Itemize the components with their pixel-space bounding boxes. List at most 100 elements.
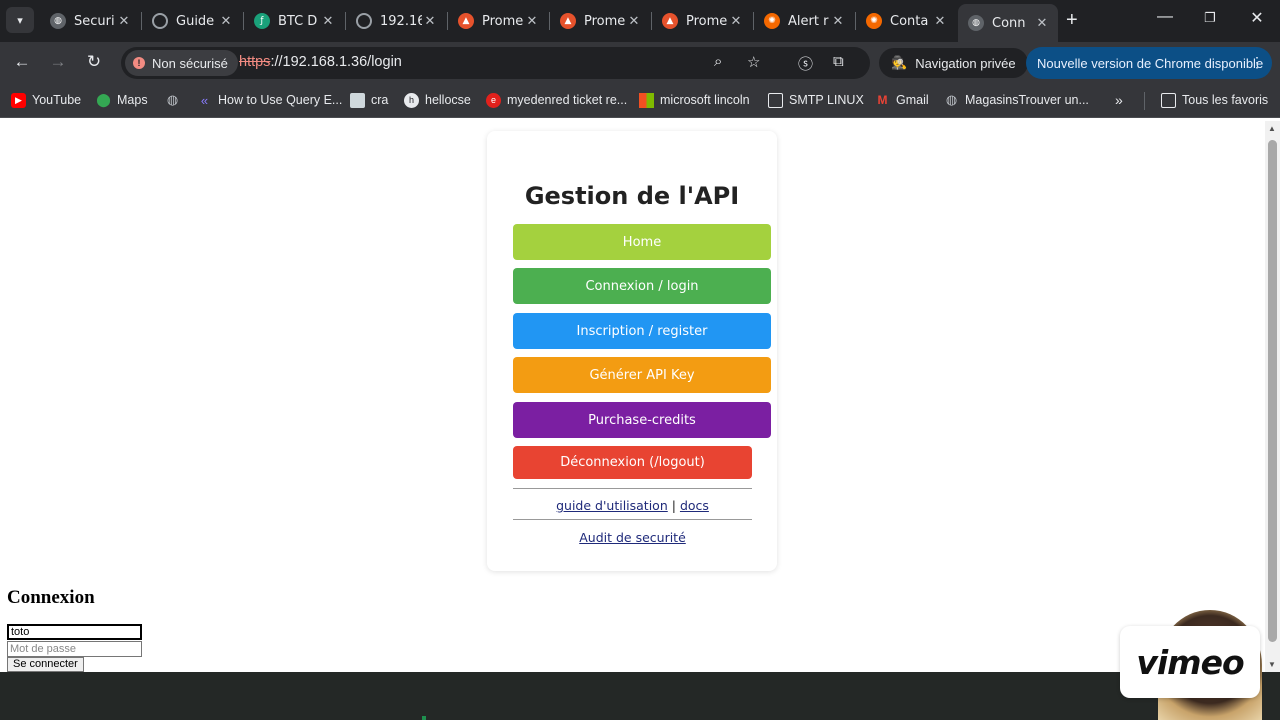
close-icon[interactable]: ✕: [626, 14, 642, 29]
home-button[interactable]: Home: [513, 224, 771, 260]
tab-8[interactable]: ✺ Conta ✕: [856, 6, 956, 36]
close-icon[interactable]: ✕: [116, 14, 132, 29]
bookmark-smtp[interactable]: SMTP LINUX: [768, 91, 864, 109]
login-button[interactable]: Connexion / login: [513, 268, 771, 304]
guide-link[interactable]: guide d'utilisation: [556, 498, 668, 513]
bookmark-magasins[interactable]: ◍ MagasinsTrouver un...: [944, 91, 1089, 109]
bookmark-label: Maps: [117, 93, 148, 107]
folder-icon: [1161, 92, 1176, 108]
close-icon[interactable]: ✕: [320, 14, 336, 29]
bookmark-globe[interactable]: ◍: [165, 91, 186, 109]
restore-icon[interactable]: ❐: [1195, 10, 1225, 26]
tab-0[interactable]: ◍ Securi ✕: [40, 6, 140, 36]
zoom-icon[interactable]: ⌕: [714, 53, 722, 70]
grafana-icon: ✺: [866, 13, 882, 29]
close-icon[interactable]: ✕: [524, 14, 540, 29]
globe-icon: ◍: [50, 13, 66, 29]
globe-icon: ◍: [945, 92, 958, 107]
address-bar[interactable]: ! Non sécurisé https://192.168.1.36/logi…: [121, 47, 870, 79]
bookmark-hellocse[interactable]: h hellocse: [404, 91, 471, 109]
purchase-credits-button[interactable]: Purchase-credits: [513, 402, 771, 438]
url-scheme: https: [239, 54, 271, 70]
hellocse-icon: h: [404, 92, 419, 108]
tab-active[interactable]: ◍ Conn ✕: [958, 4, 1058, 42]
bookmark-youtube[interactable]: ▶ YouTube: [11, 91, 81, 109]
logout-button[interactable]: Déconnexion (/logout): [513, 446, 752, 479]
page-viewport: Gestion de l'API Home Connexion / login …: [0, 121, 1265, 672]
tab-label: Prome: [584, 13, 626, 29]
close-icon[interactable]: ✕: [422, 14, 438, 29]
tab-strip: ▾ ◍ Securi ✕ Guide ✕ ƒ BTC D ✕ 192.16 ✕ …: [0, 0, 1280, 42]
doc-links: guide d'utilisation | docs: [513, 498, 752, 513]
page-title: Gestion de l'API: [524, 182, 740, 210]
update-button[interactable]: Nouvelle version de Chrome disponible ⋮: [1026, 47, 1272, 79]
tab-7[interactable]: ✺ Alert r ✕: [754, 6, 854, 36]
bookmark-cra[interactable]: cra: [350, 91, 388, 109]
feather-icon: ƒ: [254, 13, 270, 29]
tab-4[interactable]: ▲ Prome ✕: [448, 6, 548, 36]
tab-label: Prome: [482, 13, 524, 29]
bookmark-label: YouTube: [32, 93, 82, 107]
prometheus-icon: ▲: [560, 13, 576, 29]
register-button[interactable]: Inscription / register: [513, 313, 771, 349]
taskbar: [0, 672, 1280, 720]
security-chip[interactable]: ! Non sécurisé: [125, 50, 238, 76]
close-icon[interactable]: ✕: [1034, 16, 1050, 31]
username-input[interactable]: toto: [7, 624, 142, 640]
audit-link[interactable]: Audit de securité: [579, 530, 686, 545]
bookmark-query[interactable]: « How to Use Query E...: [197, 91, 342, 109]
generate-api-key-button[interactable]: Générer API Key: [513, 357, 771, 393]
url-text[interactable]: https://192.168.1.36/login: [239, 54, 402, 70]
new-tab-icon[interactable]: +: [1066, 9, 1078, 32]
puzzle-icon[interactable]: ⧉: [833, 53, 844, 70]
close-icon[interactable]: ✕: [218, 14, 234, 29]
vimeo-logo: vimeo: [1120, 626, 1260, 698]
close-icon[interactable]: ✕: [830, 14, 846, 29]
submit-button[interactable]: Se connecter: [7, 657, 84, 672]
close-icon[interactable]: ✕: [932, 14, 948, 29]
bookmark-microsoft[interactable]: microsoft lincoln: [639, 91, 750, 109]
scroll-up-icon[interactable]: ▲: [1268, 124, 1276, 133]
bookmark-edenred[interactable]: e myedenred ticket re...: [486, 91, 627, 109]
edenred-icon: e: [486, 92, 501, 108]
back-icon[interactable]: ←: [10, 52, 34, 72]
reload-icon[interactable]: ↻: [82, 52, 106, 72]
tab-label: Securi: [74, 13, 115, 29]
bookmark-all[interactable]: Tous les favoris: [1161, 91, 1268, 109]
extension-icon[interactable]: ⓢ: [798, 53, 813, 74]
bookmark-label: cra: [371, 93, 389, 107]
more-icon[interactable]: ⋮: [1250, 54, 1264, 71]
bookmark-label: SMTP LINUX: [789, 93, 864, 107]
incognito-chip[interactable]: 🕵 Navigation privée: [879, 48, 1028, 78]
bookmark-maps[interactable]: ⬤ Maps: [96, 91, 148, 109]
warning-icon: !: [133, 57, 145, 69]
audit-links: Audit de securité: [513, 530, 752, 545]
docs-link[interactable]: docs: [680, 498, 709, 513]
maps-icon: ⬤: [96, 92, 111, 107]
tab-label: Conta: [890, 13, 929, 29]
divider: [513, 519, 752, 520]
browser-toolbar: ← → ↻ ! Non sécurisé https://192.168.1.3…: [0, 42, 1280, 84]
api-card: Gestion de l'API Home Connexion / login …: [487, 131, 777, 571]
login-heading: Connexion: [7, 587, 95, 608]
tab-5[interactable]: ▲ Prome ✕: [550, 6, 650, 36]
tab-3[interactable]: 192.16 ✕: [346, 6, 446, 36]
close-icon[interactable]: ✕: [728, 14, 744, 29]
tab-search-button[interactable]: ▾: [6, 7, 34, 33]
bookmark-gmail[interactable]: M Gmail: [875, 91, 929, 109]
loading-icon: [356, 13, 372, 29]
tab-1[interactable]: Guide ✕: [142, 6, 242, 36]
bookmark-label: How to Use Query E...: [218, 93, 343, 107]
password-input[interactable]: Mot de passe: [7, 641, 142, 657]
minimize-icon[interactable]: —: [1150, 8, 1180, 26]
star-icon[interactable]: ☆: [747, 53, 760, 71]
bookmarks-overflow-icon[interactable]: »: [1115, 91, 1123, 109]
tab-2[interactable]: ƒ BTC D ✕: [244, 6, 344, 36]
close-window-icon[interactable]: ✕: [1242, 8, 1272, 28]
tab-label: Conn: [992, 15, 1026, 31]
forward-icon[interactable]: →: [46, 52, 70, 72]
scroll-down-icon[interactable]: ▼: [1268, 660, 1276, 669]
scroll-thumb[interactable]: [1268, 140, 1277, 642]
tab-6[interactable]: ▲ Prome ✕: [652, 6, 752, 36]
tab-label: Prome: [686, 13, 728, 29]
